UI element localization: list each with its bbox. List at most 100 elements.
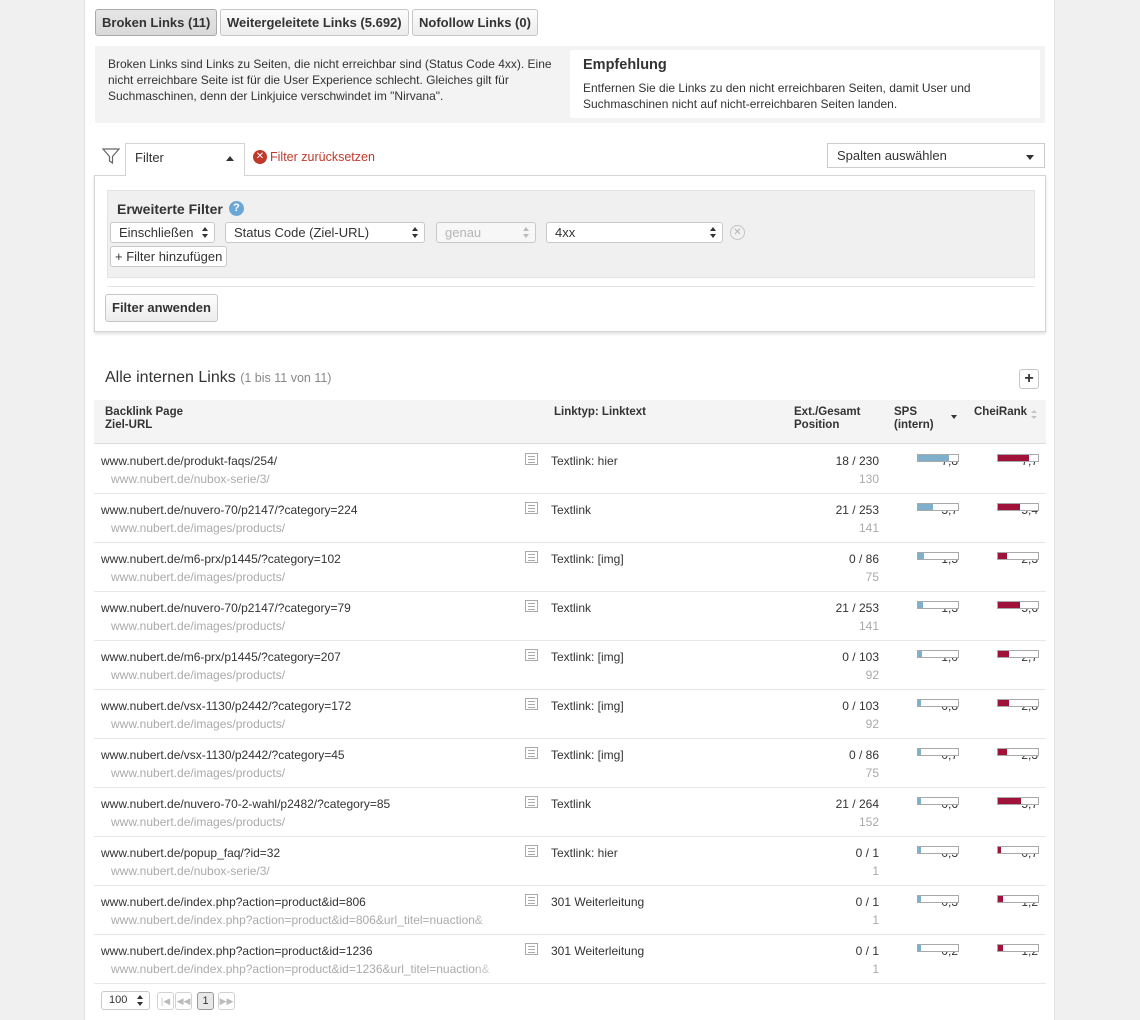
add-column-button[interactable]: + — [1019, 369, 1039, 389]
details-icon[interactable] — [525, 698, 538, 710]
tab-nofollow-links[interactable]: Nofollow Links (0) — [412, 9, 538, 36]
col-ext-header[interactable]: Ext./Gesamt Position — [794, 406, 860, 432]
table-row: www.nubert.de/nuvero-70/p2147/?category=… — [94, 494, 1046, 543]
include-select[interactable]: Einschließen — [110, 222, 215, 243]
cheirank-bar — [997, 748, 1039, 756]
position: 75 — [865, 766, 879, 780]
backlink-url[interactable]: www.nubert.de/nuvero-70/p2147/?category=… — [101, 503, 358, 517]
target-url[interactable]: www.nubert.de/images/products/ — [111, 668, 503, 682]
sort-desc-icon[interactable] — [951, 415, 957, 419]
sps-bar-fill — [918, 602, 924, 608]
col-linktype-header[interactable]: Linktyp: Linktext — [554, 406, 646, 419]
backlink-url[interactable]: www.nubert.de/index.php?action=product&i… — [101, 895, 366, 909]
page-1-button[interactable]: 1 — [197, 992, 214, 1010]
target-url[interactable]: www.nubert.de/images/products/ — [111, 717, 503, 731]
details-icon[interactable] — [525, 551, 538, 563]
target-url[interactable]: www.nubert.de/images/products/ — [111, 521, 503, 535]
sps-bar — [917, 699, 959, 707]
link-type: 301 Weiterleitung — [551, 895, 645, 909]
table-range: (1 bis 11 von 11) — [240, 371, 332, 385]
target-url[interactable]: www.nubert.de/nubox-serie/3/ — [111, 864, 503, 878]
sps-bar — [917, 846, 959, 854]
target-url[interactable]: www.nubert.de/index.php?action=product&i… — [111, 962, 503, 976]
per-page-select[interactable]: 100 — [101, 991, 150, 1010]
caret-up-icon — [226, 156, 234, 161]
col-cheirank-header[interactable]: CheiRank — [974, 406, 1027, 419]
cheirank-bar — [997, 454, 1039, 462]
table-row: www.nubert.de/vsx-1130/p2442/?category=1… — [94, 690, 1046, 739]
link-type: Textlink: hier — [551, 454, 618, 468]
backlink-url[interactable]: www.nubert.de/nuvero-70/p2147/?category=… — [101, 601, 351, 615]
field-select[interactable]: Status Code (Ziel-URL) — [225, 222, 425, 243]
updown-arrows-icon — [710, 227, 717, 238]
help-icon[interactable]: ? — [229, 201, 244, 216]
backlink-url[interactable]: www.nubert.de/produkt-faqs/254/ — [101, 454, 277, 468]
funnel-icon[interactable] — [101, 147, 121, 168]
value-select[interactable]: 4xx — [546, 222, 723, 243]
details-icon[interactable] — [525, 943, 538, 955]
col-backlink-header[interactable]: Backlink Page Ziel-URL — [105, 406, 183, 432]
columns-select[interactable]: Spalten auswählen — [827, 143, 1045, 168]
col-sps-sub-label: (intern) — [894, 419, 934, 431]
apply-filter-button[interactable]: Filter anwenden — [105, 294, 218, 322]
cheirank-bar — [997, 797, 1039, 805]
backlink-url[interactable]: www.nubert.de/nuvero-70-2-wahl/p2482/?ca… — [101, 797, 390, 811]
filter-panel: Erweiterte Filter ? Einschließen Status … — [94, 175, 1046, 332]
target-url[interactable]: www.nubert.de/index.php?action=product&i… — [111, 913, 503, 927]
main-panel: Broken Links (11) Weitergeleitete Links … — [84, 0, 1055, 1020]
target-url[interactable]: www.nubert.de/nubox-serie/3/ — [111, 472, 503, 486]
cheirank-bar-fill — [998, 896, 1003, 902]
updown-arrows-icon — [202, 227, 209, 238]
table-body: www.nubert.de/produkt-faqs/254/www.nuber… — [94, 445, 1046, 984]
table-row: www.nubert.de/m6-prx/p1445/?category=207… — [94, 641, 1046, 690]
details-icon[interactable] — [525, 845, 538, 857]
backlink-url[interactable]: www.nubert.de/m6-prx/p1445/?category=207 — [101, 650, 341, 664]
position: 75 — [865, 570, 879, 584]
backlink-url[interactable]: www.nubert.de/popup_faq/?id=32 — [101, 846, 280, 860]
col-ext-label: Ext./Gesamt — [794, 406, 861, 418]
tab-broken-links[interactable]: Broken Links (11) — [95, 9, 218, 36]
include-select-value: Einschließen — [119, 225, 194, 240]
sps-bar-fill — [918, 847, 922, 853]
add-filter-button[interactable]: + Filter hinzufügen — [110, 246, 228, 267]
details-icon[interactable] — [525, 502, 538, 514]
target-url[interactable]: www.nubert.de/images/products/ — [111, 619, 503, 633]
details-icon[interactable] — [525, 894, 538, 906]
cheirank-bar-fill — [998, 798, 1021, 804]
backlink-url[interactable]: www.nubert.de/index.php?action=product&i… — [101, 944, 373, 958]
target-url[interactable]: www.nubert.de/images/products/ — [111, 570, 503, 584]
tab-redirected-links[interactable]: Weitergeleitete Links (5.692) — [220, 9, 409, 36]
details-icon[interactable] — [525, 747, 538, 759]
operator-select-value: genau — [445, 225, 482, 240]
sps-bar — [917, 454, 959, 462]
table-row: www.nubert.de/popup_faq/?id=32 www.nubert… — [94, 837, 1046, 886]
table-row: www.nubert.de/nuvero-70-2-wahl/p2482/?ca… — [94, 788, 1046, 837]
remove-filter-icon[interactable]: ✕ — [730, 225, 745, 240]
link-type: Textlink: [img] — [551, 552, 624, 566]
sort-icon[interactable] — [1031, 410, 1037, 419]
ext-total: 21 / 264 — [835, 797, 879, 811]
cheirank-bar — [997, 846, 1039, 854]
sps-bar — [917, 944, 959, 952]
table-row: www.nubert.de/vsx-1130/p2442/?category=4… — [94, 739, 1046, 788]
updown-arrows-icon — [523, 227, 530, 238]
columns-select-label: Spalten auswählen — [837, 148, 947, 163]
per-page-value: 100 — [109, 994, 128, 1006]
close-circle-icon: ✕ — [253, 150, 267, 164]
filter-toggle[interactable]: Filter — [125, 143, 245, 176]
prev-page-button[interactable]: ◀◀ — [175, 992, 192, 1010]
backlink-url[interactable]: www.nubert.de/vsx-1130/p2442/?category=4… — [101, 748, 345, 762]
next-page-button[interactable]: ▶▶ — [218, 992, 235, 1010]
details-icon[interactable] — [525, 453, 538, 465]
backlink-url[interactable]: www.nubert.de/vsx-1130/p2442/?category=1… — [101, 699, 351, 713]
position: 92 — [865, 668, 879, 682]
first-page-button[interactable]: |◀ — [157, 992, 174, 1010]
details-icon[interactable] — [525, 600, 538, 612]
reset-filter-link[interactable]: ✕ Filter zurücksetzen — [253, 150, 375, 164]
target-url[interactable]: www.nubert.de/images/products/ — [111, 766, 503, 780]
col-sps-header[interactable]: SPS (intern) — [894, 406, 934, 432]
details-icon[interactable] — [525, 796, 538, 808]
backlink-url[interactable]: www.nubert.de/m6-prx/p1445/?category=102 — [101, 552, 341, 566]
details-icon[interactable] — [525, 649, 538, 661]
target-url[interactable]: www.nubert.de/images/products/ — [111, 815, 503, 829]
